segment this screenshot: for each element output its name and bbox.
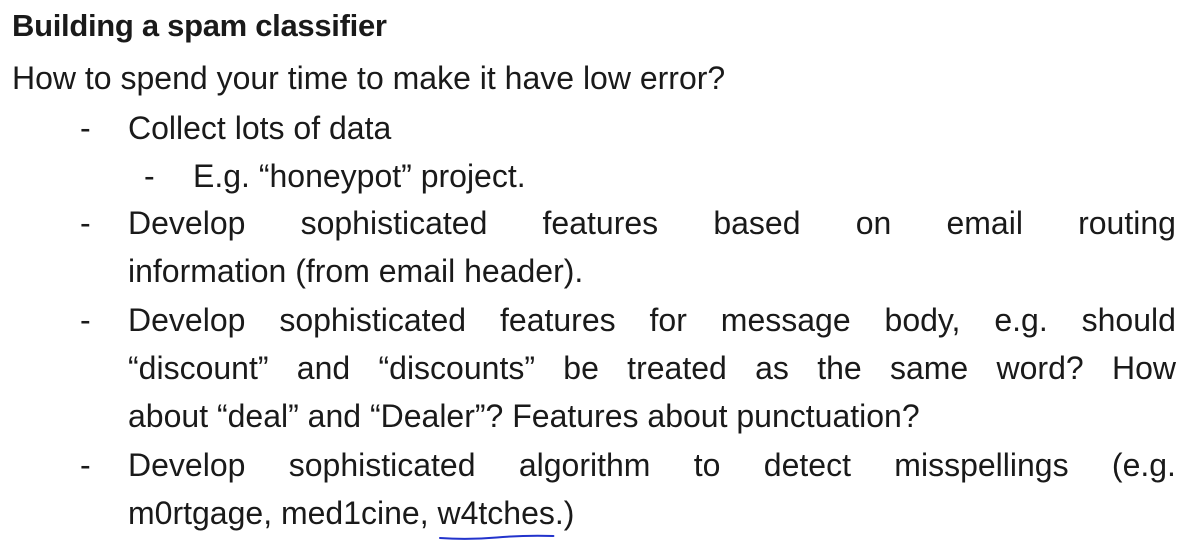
word: Develop bbox=[128, 302, 246, 338]
justified-line: Develop sophisticated algorithm to detect mis… bbox=[128, 441, 1176, 489]
word: “discounts” bbox=[378, 350, 535, 386]
bullet-line: about “deal” and “Dealer”? Features abou… bbox=[128, 398, 920, 434]
word: and bbox=[296, 350, 351, 386]
word: Develop bbox=[128, 447, 246, 483]
bullet-dash: - bbox=[80, 205, 91, 241]
word: same bbox=[889, 350, 969, 386]
sub-bullet-dash: - bbox=[144, 158, 155, 194]
underline-stroke bbox=[438, 534, 554, 540]
word: on bbox=[855, 205, 892, 241]
word: to bbox=[693, 447, 721, 483]
bullet-misspellings: Develop sophisticated algorithm to detect mis… bbox=[128, 441, 1176, 540]
examples-tail: .) bbox=[554, 495, 575, 531]
word: body, bbox=[884, 302, 961, 338]
bullet-dash: - bbox=[80, 302, 91, 338]
word: features bbox=[542, 205, 659, 241]
slide: Building a spam classifier How to spend … bbox=[0, 0, 1185, 541]
word: routing bbox=[1078, 205, 1176, 241]
word: sophisticated bbox=[288, 447, 476, 483]
handwritten-underline bbox=[438, 534, 554, 540]
bullet-dash: - bbox=[80, 447, 91, 483]
bullet-line: E.g. “honeypot” project. bbox=[193, 158, 526, 194]
sub-bullet-honeypot: E.g. “honeypot” project. bbox=[193, 152, 1093, 200]
bullet-line: information (from email header). bbox=[128, 253, 584, 289]
word: e.g. bbox=[994, 302, 1048, 338]
bullet-dash: - bbox=[80, 110, 91, 146]
word: misspellings bbox=[894, 447, 1069, 483]
word: email bbox=[946, 205, 1023, 241]
word: sophisticated bbox=[300, 205, 488, 241]
word: treated bbox=[627, 350, 727, 386]
slide-title: Building a spam classifier bbox=[12, 8, 387, 43]
word: based bbox=[713, 205, 801, 241]
word: (e.g. bbox=[1111, 447, 1176, 483]
word: be bbox=[563, 350, 599, 386]
justified-line: “discount” and “discounts” be treated as the sa… bbox=[128, 344, 1176, 392]
word: the bbox=[817, 350, 862, 386]
word: should bbox=[1081, 302, 1176, 338]
examples-text: m0rtgage, med1cine, bbox=[128, 495, 438, 531]
word: features bbox=[500, 302, 616, 338]
underlined-word: w4tches bbox=[437, 495, 555, 540]
word: How bbox=[1111, 350, 1176, 386]
word: detect bbox=[763, 447, 851, 483]
word: algorithm bbox=[518, 447, 651, 483]
word: message bbox=[720, 302, 851, 338]
underlined-word-text: w4tches bbox=[437, 495, 555, 531]
word: “discount” bbox=[128, 350, 269, 386]
bullet-line-examples: m0rtgage, med1cine, w4tches.) bbox=[128, 489, 1176, 540]
justified-line: Develop sophisticated features based on email… bbox=[128, 199, 1176, 247]
word: word? bbox=[996, 350, 1084, 386]
word: sophisticated bbox=[279, 302, 467, 338]
word: as bbox=[755, 350, 789, 386]
bullet-collect-data: Collect lots of data bbox=[128, 104, 1176, 152]
bullet-routing-features: Develop sophisticated features based on email… bbox=[128, 199, 1176, 295]
justified-line: Develop sophisticated features for message bo… bbox=[128, 296, 1176, 344]
slide-question: How to spend your time to make it have l… bbox=[12, 60, 726, 96]
word: Develop bbox=[128, 205, 246, 241]
word: for bbox=[649, 302, 687, 338]
bullet-message-body-features: Develop sophisticated features for message bo… bbox=[128, 296, 1176, 440]
bullet-line: Collect lots of data bbox=[128, 110, 392, 146]
